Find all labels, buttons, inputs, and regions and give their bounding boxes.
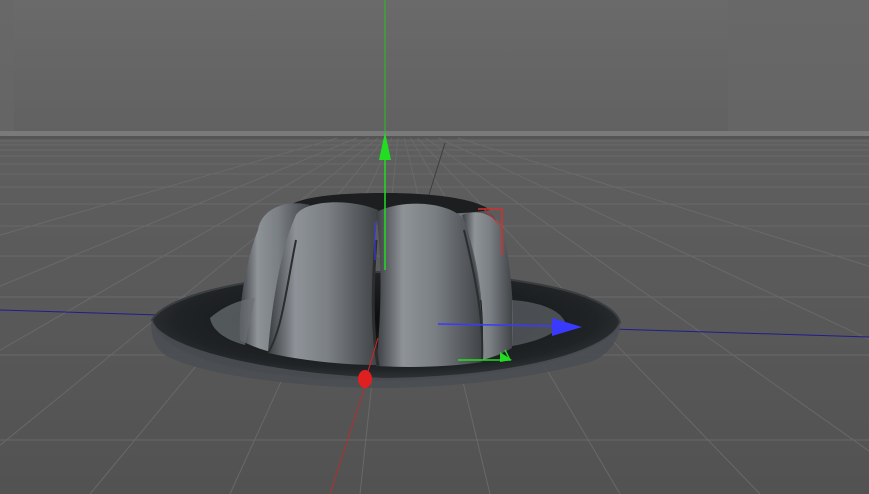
viewport-right-panel-shade — [728, 0, 869, 134]
horizon-band — [0, 131, 869, 136]
3d-viewport[interactable] — [0, 0, 869, 494]
viewport-canvas[interactable] — [0, 0, 869, 494]
horizon-band-shadow — [0, 136, 869, 139]
z-axis-handle-icon[interactable] — [358, 370, 372, 388]
viewport-left-panel-shade — [0, 0, 14, 134]
